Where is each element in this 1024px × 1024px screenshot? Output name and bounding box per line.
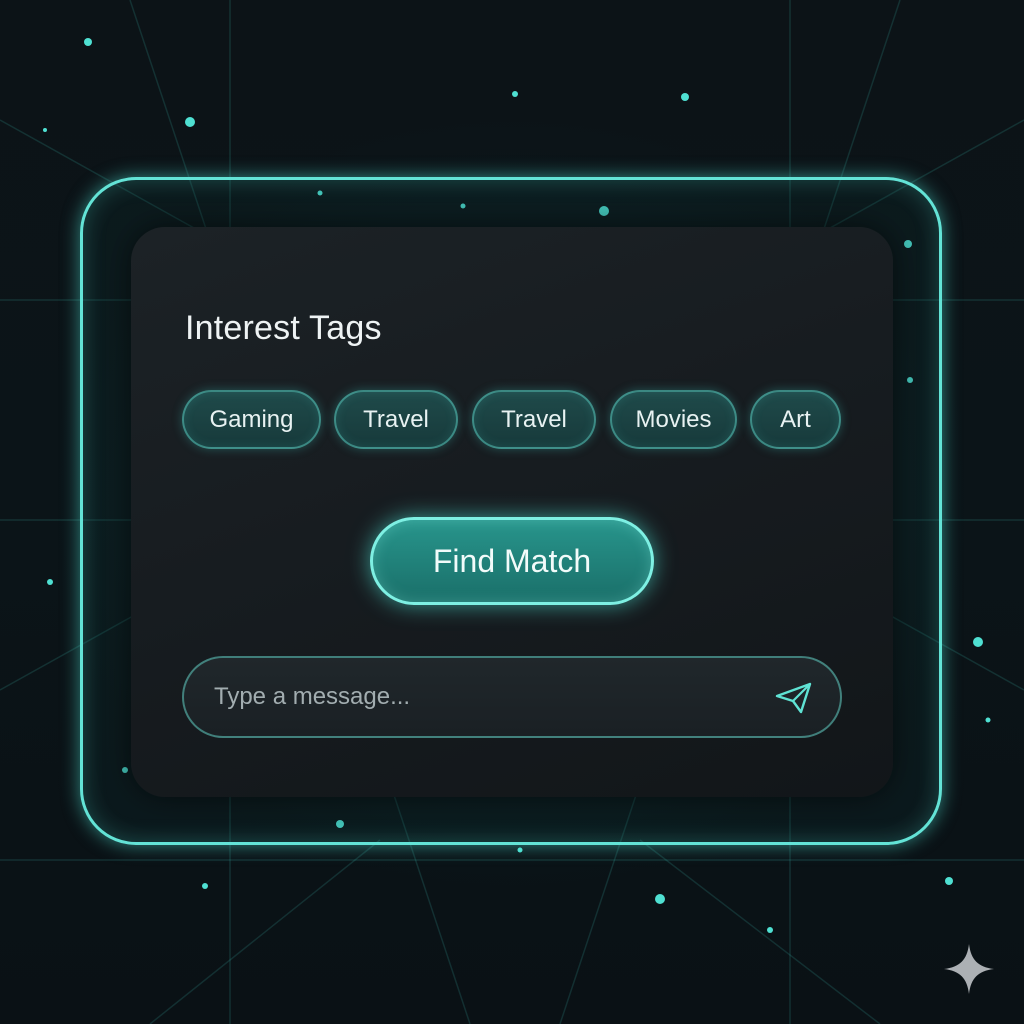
message-input[interactable] — [214, 658, 774, 736]
tag-chip[interactable]: Art — [750, 390, 841, 449]
find-match-button[interactable]: Find Match — [370, 517, 654, 605]
message-composer — [182, 656, 842, 738]
sparkle-icon — [944, 944, 994, 994]
card-title: Interest Tags — [185, 309, 382, 347]
tag-chip[interactable]: Travel — [472, 390, 596, 449]
app-background: Interest Tags Gaming Travel Travel Movie… — [0, 0, 1024, 1024]
tag-chip[interactable]: Gaming — [182, 390, 321, 449]
tag-chip[interactable]: Travel — [334, 390, 458, 449]
tag-chip[interactable]: Movies — [610, 390, 737, 449]
send-icon[interactable] — [774, 681, 814, 715]
